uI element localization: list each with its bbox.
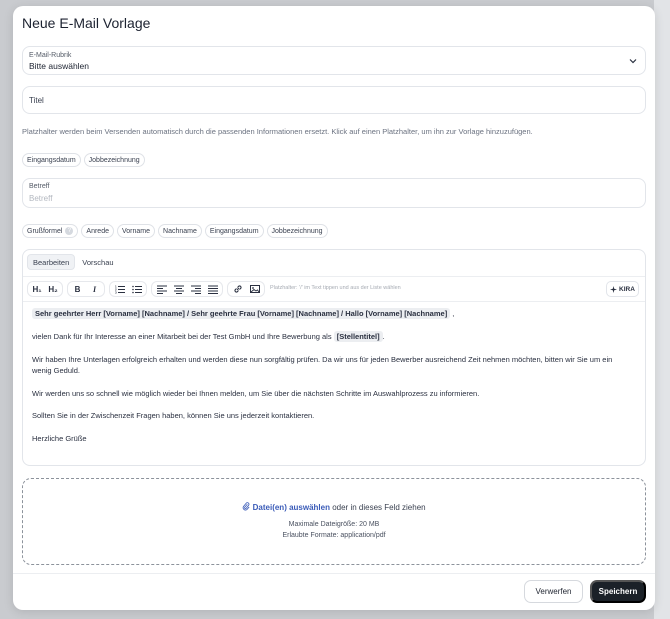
format-group: B I — [67, 281, 105, 297]
title-placeholder: Titel — [29, 96, 44, 105]
align-left-button[interactable] — [154, 283, 169, 295]
paragraph: Sollten Sie in der Zwischenzeit Fragen h… — [32, 411, 315, 420]
h1-button[interactable]: H₁ — [30, 283, 44, 295]
sparkle-icon — [610, 285, 618, 293]
max-file-size: Maximale Dateigröße: 20 MB — [288, 521, 380, 528]
insert-group — [227, 281, 265, 297]
align-justify-icon — [207, 285, 218, 294]
ordered-list-icon: 123 — [115, 285, 125, 295]
dropzone-main-text: Datei(en) auswählen oder in dieses Feld … — [23, 502, 645, 512]
divider — [23, 301, 645, 302]
help-icon[interactable]: ? — [65, 227, 74, 235]
chip-eingangsdatum[interactable]: Eingangsdatum — [204, 224, 264, 238]
title-input[interactable]: Titel — [22, 86, 646, 114]
category-value: Bitte auswählen — [29, 61, 90, 71]
select-files-link[interactable]: Datei(en) auswählen — [253, 503, 330, 512]
ordered-list-button[interactable]: 123 — [112, 283, 127, 295]
link-button[interactable] — [230, 283, 245, 295]
save-button[interactable]: Speichern — [590, 580, 646, 603]
email-template-modal: Neue E-Mail Vorlage E-Mail-Rubrik Bitte … — [13, 6, 655, 610]
modal-title: Neue E-Mail Vorlage — [22, 15, 151, 31]
category-label: E-Mail-Rubrik — [29, 52, 72, 59]
body-placeholder-chips: Grußformel ? Anrede Vorname Nachname Ein… — [22, 224, 328, 238]
intro-line: vielen Dank für Ihr Interesse an einer M… — [32, 331, 385, 342]
align-right-button[interactable] — [188, 283, 203, 295]
chip-grussformel-label: Grußformel — [27, 227, 63, 235]
italic-button[interactable]: I — [87, 283, 102, 295]
chip-anrede[interactable]: Anrede — [81, 224, 114, 238]
chip-eingangsdatum[interactable]: Eingangsdatum — [22, 153, 81, 167]
tab-vorschau[interactable]: Vorschau — [77, 254, 118, 270]
file-dropzone[interactable]: Datei(en) auswählen oder in dieses Feld … — [22, 478, 646, 565]
category-select[interactable]: E-Mail-Rubrik Bitte auswählen — [22, 46, 646, 75]
subject-placeholder-chips: Eingangsdatum Jobbezeichnung — [22, 153, 145, 167]
align-group — [151, 281, 223, 297]
discard-button[interactable]: Verwerfen — [524, 580, 583, 603]
divider — [23, 276, 645, 277]
closing-line: Herzliche Grüße — [32, 434, 87, 443]
subject-placeholder: Betreff — [29, 194, 53, 203]
intro-suffix: . — [382, 332, 385, 341]
link-icon — [233, 285, 242, 293]
image-icon — [249, 285, 260, 293]
paragraph: Wir haben Ihre Unterlagen erfolgreich er… — [32, 355, 613, 375]
divider — [13, 573, 655, 574]
bold-button[interactable]: B — [70, 283, 85, 295]
intro-text: vielen Dank für Ihr Interesse an einer M… — [32, 332, 332, 341]
allowed-formats: Erlaubte Formate: application/pdf — [282, 532, 386, 539]
h2-button[interactable]: H₂ — [46, 283, 60, 295]
bullet-list-icon — [131, 285, 142, 294]
salutation-line: Sehr geehrter Herr [Vorname] [Nachname] … — [32, 308, 454, 319]
editor-placeholder-hint: Platzhalter: '/' im Text tippen und aus … — [270, 285, 401, 291]
align-right-icon — [190, 285, 201, 294]
chevron-down-icon — [629, 59, 637, 64]
tab-bearbeiten[interactable]: Bearbeiten — [27, 254, 76, 270]
kira-label: KIRA — [619, 285, 635, 293]
align-center-icon — [173, 285, 184, 294]
chip-grussformel[interactable]: Grußformel ? — [22, 224, 79, 238]
placeholder-token[interactable]: Sehr geehrter Herr [Vorname] [Nachname] … — [32, 308, 451, 319]
dropzone-text: oder in dieses Feld ziehen — [329, 503, 426, 512]
kira-ai-button[interactable]: KIRA — [606, 281, 639, 297]
paperclip-icon — [243, 502, 250, 511]
rich-text-editor: Bearbeiten Vorschau H₁ H₂ B I 123 Platzh… — [22, 249, 646, 466]
align-left-icon — [156, 285, 167, 294]
subject-label: Betreff — [29, 183, 50, 190]
placeholder-hint: Platzhalter werden beim Versenden automa… — [22, 127, 533, 136]
chip-jobbezeichnung[interactable]: Jobbezeichnung — [266, 224, 328, 238]
placeholder-token[interactable]: [Stellentitel] — [333, 331, 383, 342]
subject-input[interactable]: Betreff Betreff — [22, 178, 646, 208]
backdrop — [654, 0, 670, 619]
chip-jobbezeichnung[interactable]: Jobbezeichnung — [83, 153, 145, 167]
chip-vorname[interactable]: Vorname — [116, 224, 156, 238]
editor-tabs: Bearbeiten Vorschau — [27, 254, 119, 270]
chip-nachname[interactable]: Nachname — [158, 224, 202, 238]
svg-text:3: 3 — [115, 291, 117, 295]
editor-toolbar: H₁ H₂ B I 123 Platzhalter: '/' im Text t… — [27, 281, 641, 297]
salutation-suffix: , — [452, 309, 455, 318]
list-group: 123 — [109, 281, 147, 297]
image-button[interactable] — [247, 283, 262, 295]
align-justify-button[interactable] — [205, 283, 220, 295]
bullet-list-button[interactable] — [129, 283, 144, 295]
heading-group: H₁ H₂ — [27, 281, 63, 297]
align-center-button[interactable] — [171, 283, 186, 295]
paragraph: Wir werden uns so schnell wie möglich wi… — [32, 389, 480, 398]
